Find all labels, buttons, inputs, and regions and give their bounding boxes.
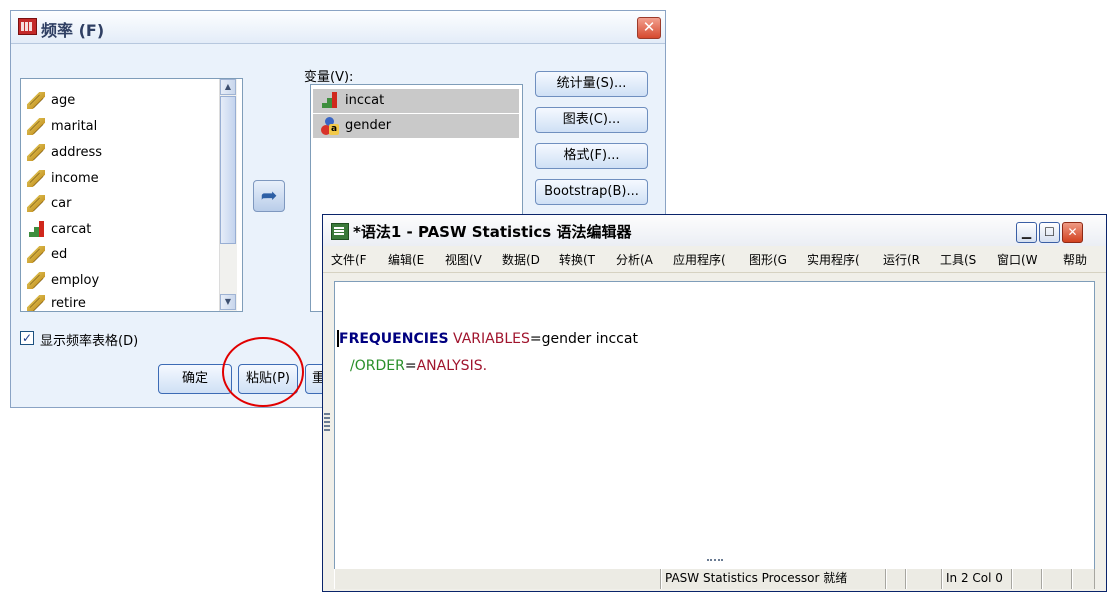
menu-edit[interactable]: 编辑(E bbox=[388, 251, 424, 268]
ruler-icon bbox=[27, 118, 45, 135]
move-variable-arrow-button[interactable]: ➦ bbox=[253, 180, 285, 212]
status-cell bbox=[906, 569, 942, 589]
command-keyword: FREQUENCIES bbox=[339, 331, 449, 347]
ruler-icon bbox=[27, 195, 45, 212]
syntax-file-icon bbox=[331, 223, 349, 240]
scroll-up-arrow-icon[interactable]: ▲ bbox=[220, 79, 236, 95]
code-line-1: FREQUENCIES VARIABLES=gender inccat bbox=[339, 331, 638, 347]
list-item[interactable]: employ bbox=[25, 269, 205, 293]
variable-list-text: gender inccat bbox=[541, 331, 638, 347]
statistics-button[interactable]: 统计量(S)... bbox=[535, 71, 648, 97]
show-frequency-tables-label: 显示频率表格(D) bbox=[40, 334, 139, 349]
dialog-close-button[interactable]: ✕ bbox=[637, 17, 661, 39]
editor-title-bar[interactable]: *语法1 - PASW Statistics 语法编辑器 ▁ ☐ ✕ bbox=[323, 215, 1106, 246]
editor-title: *语法1 - PASW Statistics 语法编辑器 bbox=[353, 223, 632, 241]
source-list-scrollbar[interactable]: ▲ ▼ bbox=[219, 79, 237, 311]
status-cell bbox=[1042, 569, 1072, 589]
ruler-icon bbox=[27, 92, 45, 109]
editor-menu-bar: 文件(F 编辑(E 视图(V 数据(D 转换(T 分析(A 应用程序( 图形(G… bbox=[323, 246, 1106, 273]
horizontal-splitter[interactable] bbox=[707, 559, 723, 565]
menu-run[interactable]: 运行(R bbox=[883, 251, 920, 268]
dialog-title-bar[interactable]: 频率 (F) ✕ bbox=[11, 11, 665, 44]
menu-data[interactable]: 数据(D bbox=[502, 251, 540, 268]
ruler-icon bbox=[27, 246, 45, 263]
nominal-person-icon: a bbox=[321, 117, 339, 135]
highlight-circle-annotation bbox=[222, 337, 304, 407]
bar-chart-icon bbox=[321, 92, 339, 109]
format-button[interactable]: 格式(F)... bbox=[535, 143, 648, 169]
cursor-position: In 2 Col 0 bbox=[942, 569, 1012, 589]
list-item[interactable]: income bbox=[25, 167, 205, 191]
ruler-icon bbox=[27, 272, 45, 289]
bar-chart-icon bbox=[27, 221, 45, 238]
scroll-down-arrow-icon[interactable]: ▼ bbox=[220, 294, 236, 310]
menu-window[interactable]: 窗口(W bbox=[997, 251, 1038, 268]
order-value: ANALYSIS. bbox=[416, 358, 488, 374]
subcommand-keyword: VARIABLES bbox=[453, 331, 530, 347]
menu-file[interactable]: 文件(F bbox=[331, 251, 367, 268]
menu-graphs[interactable]: 图形(G bbox=[749, 251, 787, 268]
list-item[interactable]: address bbox=[25, 141, 205, 165]
status-cell bbox=[1072, 569, 1095, 589]
menu-utilities[interactable]: 实用程序( bbox=[807, 251, 860, 268]
menu-transform[interactable]: 转换(T bbox=[559, 251, 595, 268]
list-item[interactable]: age bbox=[25, 89, 205, 113]
list-item[interactable]: inccat bbox=[313, 89, 519, 113]
processor-status: PASW Statistics Processor 就绪 bbox=[661, 569, 886, 589]
frequencies-table-icon bbox=[18, 18, 37, 35]
status-cell bbox=[1012, 569, 1042, 589]
list-item[interactable]: ed bbox=[25, 243, 205, 267]
minimize-icon[interactable]: ▁ bbox=[1016, 222, 1037, 243]
order-subcommand: /ORDER bbox=[350, 358, 405, 374]
close-icon[interactable]: ✕ bbox=[1062, 222, 1083, 243]
variables-label: 变量(V): bbox=[304, 70, 354, 85]
splitter-handle[interactable] bbox=[324, 413, 330, 431]
syntax-text-area[interactable]: FREQUENCIES VARIABLES=gender inccat /ORD… bbox=[334, 281, 1095, 571]
status-cell bbox=[886, 569, 906, 589]
list-item[interactable]: retire bbox=[25, 292, 205, 311]
list-item[interactable]: marital bbox=[25, 115, 205, 139]
dialog-title: 频率 (F) bbox=[41, 21, 105, 40]
scrollbar-thumb[interactable] bbox=[220, 96, 236, 244]
ruler-icon bbox=[27, 170, 45, 187]
list-item[interactable]: car bbox=[25, 192, 205, 216]
menu-view[interactable]: 视图(V bbox=[445, 251, 482, 268]
ruler-icon bbox=[27, 144, 45, 161]
show-frequency-tables-checkbox[interactable]: ✓ bbox=[20, 331, 34, 345]
ruler-icon bbox=[27, 295, 45, 311]
menu-add-ons[interactable]: 应用程序( bbox=[673, 251, 726, 268]
charts-button[interactable]: 图表(C)... bbox=[535, 107, 648, 133]
status-bar: PASW Statistics Processor 就绪 In 2 Col 0 bbox=[334, 569, 1095, 589]
list-item[interactable]: a gender bbox=[313, 114, 519, 138]
list-item[interactable]: carcat bbox=[25, 218, 205, 242]
bootstrap-button[interactable]: Bootstrap(B)... bbox=[535, 179, 648, 205]
status-cell bbox=[334, 569, 661, 589]
menu-tools[interactable]: 工具(S bbox=[940, 251, 976, 268]
menu-analyze[interactable]: 分析(A bbox=[616, 251, 653, 268]
ok-button[interactable]: 确定 bbox=[158, 364, 232, 394]
menu-help[interactable]: 帮助 bbox=[1063, 251, 1087, 268]
source-variable-list[interactable]: age marital address income car carcat ed… bbox=[20, 78, 243, 312]
maximize-icon[interactable]: ☐ bbox=[1039, 222, 1060, 243]
code-line-2: /ORDER=ANALYSIS. bbox=[350, 358, 488, 374]
syntax-editor-window: *语法1 - PASW Statistics 语法编辑器 ▁ ☐ ✕ 文件(F … bbox=[322, 214, 1107, 592]
